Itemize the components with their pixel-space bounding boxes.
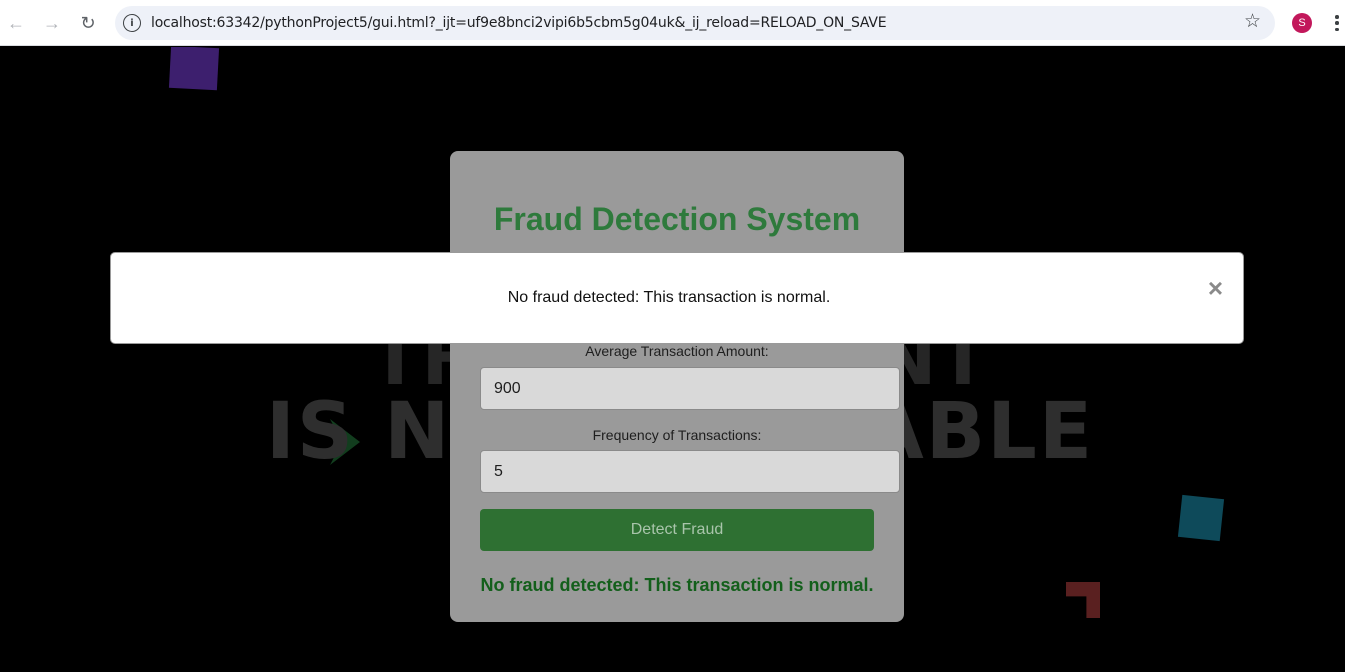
page-viewport: THIS CONTENT IS NOT AVAILABLE Fraud Dete… xyxy=(0,47,1345,672)
teal-square-decoration xyxy=(1177,494,1225,542)
red-shape-decoration xyxy=(1066,582,1100,618)
back-arrow-icon[interactable]: ← xyxy=(4,11,28,35)
bookmark-star-icon[interactable]: ☆ xyxy=(1244,12,1261,31)
page-title: Fraud Detection System xyxy=(493,201,861,237)
reload-icon[interactable]: ↻ xyxy=(76,11,100,35)
address-bar[interactable]: i localhost:63342/pythonProject5/gui.htm… xyxy=(115,6,1275,40)
close-icon[interactable]: × xyxy=(1208,275,1223,301)
avg-amount-label: Average Transaction Amount: xyxy=(585,343,769,359)
modal-message: No fraud detected: This transaction is n… xyxy=(507,289,831,306)
result-message: No fraud detected: This transaction is n… xyxy=(480,575,874,595)
browser-toolbar: ← → ↻ i localhost:63342/pythonProject5/g… xyxy=(0,0,1345,46)
fraud-form-panel: Fraud Detection System Average Transacti… xyxy=(450,151,904,622)
purple-square-decoration xyxy=(168,47,220,91)
kebab-menu-icon[interactable] xyxy=(1329,12,1345,34)
profile-avatar[interactable]: S xyxy=(1292,13,1312,33)
avg-amount-input[interactable]: 900 xyxy=(480,367,900,410)
url-text[interactable]: localhost:63342/pythonProject5/gui.html?… xyxy=(151,15,887,31)
forward-arrow-icon[interactable]: → xyxy=(40,11,64,35)
site-info-icon[interactable]: i xyxy=(123,14,141,32)
frequency-label: Frequency of Transactions: xyxy=(592,427,762,443)
detect-fraud-button[interactable]: Detect Fraud xyxy=(480,509,874,551)
frequency-input[interactable]: 5 xyxy=(480,450,900,493)
result-modal: No fraud detected: This transaction is n… xyxy=(110,252,1244,344)
